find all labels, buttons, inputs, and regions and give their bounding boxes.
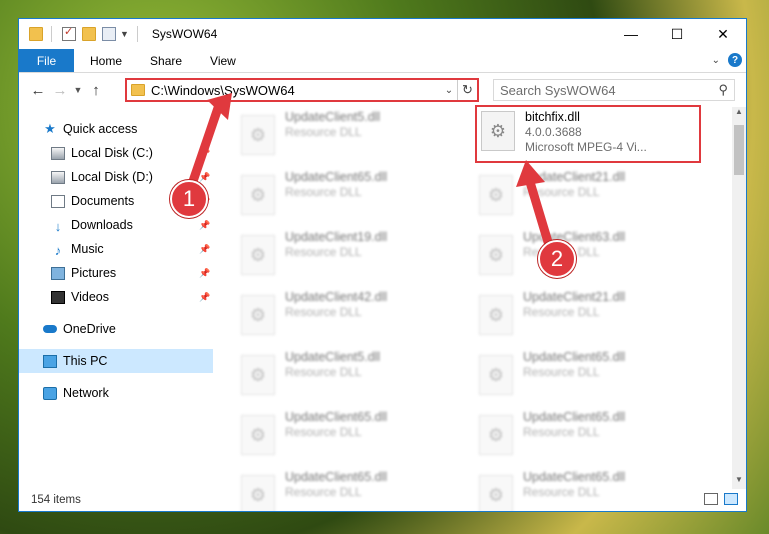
- step-1-badge: 1: [170, 180, 208, 218]
- arrow-2-head: [516, 160, 545, 187]
- step-2-badge: 2: [538, 240, 576, 278]
- arrow-1: [185, 103, 223, 195]
- annotation-arrows: [185, 93, 556, 257]
